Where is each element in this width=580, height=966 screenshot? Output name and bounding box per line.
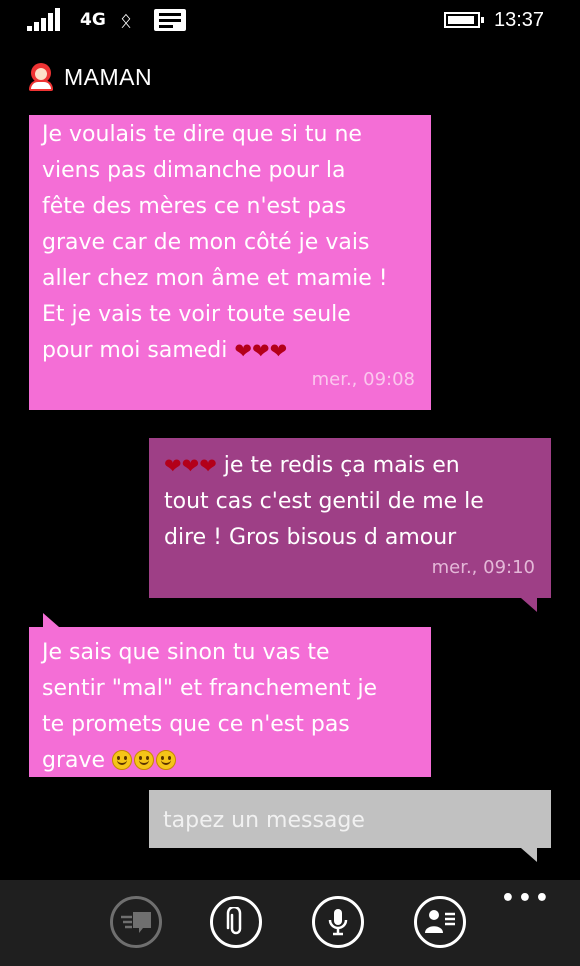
clock: 13:37 — [494, 9, 545, 31]
message-text: Je voulais te dire que si tu ne viens pa… — [42, 122, 388, 363]
switch-chat-button[interactable] — [110, 896, 162, 948]
smiley-emoji-icon — [134, 750, 155, 770]
contact-header[interactable]: MAMAN — [28, 60, 152, 94]
signal-strength-icon — [27, 8, 60, 31]
message-bubble-outgoing[interactable]: ❤❤❤ je te redis ça mais en tout cas c'es… — [149, 438, 551, 612]
attach-button[interactable] — [210, 896, 262, 948]
smiley-emoji-icon — [112, 750, 133, 770]
message-compose-box[interactable] — [149, 790, 551, 862]
message-input[interactable] — [161, 790, 543, 850]
message-bubble-incoming[interactable]: Je voulais te dire que si tu ne viens pa… — [29, 115, 431, 410]
app-bar: ••• — [0, 880, 580, 966]
hearts-emoji: ❤❤❤ — [164, 454, 217, 478]
status-bar: 4G ᛟ 13:37 — [0, 0, 580, 44]
hearts-emoji: ❤❤❤ — [234, 339, 288, 363]
attach-icon — [226, 907, 242, 935]
message-bubble-incoming[interactable]: Je sais que sinon tu vas te sentir "mal"… — [29, 613, 431, 777]
microphone-icon — [328, 909, 348, 936]
more-options-button[interactable]: ••• — [501, 888, 552, 910]
message-timestamp: mer., 09:08 — [311, 369, 415, 390]
network-type: 4G — [80, 10, 106, 30]
contact-card-button[interactable] — [414, 896, 466, 948]
battery-icon — [444, 12, 484, 28]
contact-card-icon — [425, 910, 455, 933]
microphone-button[interactable] — [312, 896, 364, 948]
contact-avatar-icon — [28, 63, 54, 91]
switch-chat-icon — [121, 912, 151, 933]
data-connection-icon: ᛟ — [120, 8, 132, 32]
message-notification-icon — [154, 9, 186, 31]
smiley-emoji-icon — [156, 750, 177, 770]
contact-name: MAMAN — [64, 63, 153, 90]
message-text: Je sais que sinon tu vas te sentir "mal"… — [42, 640, 378, 773]
message-timestamp: mer., 09:10 — [431, 557, 535, 578]
